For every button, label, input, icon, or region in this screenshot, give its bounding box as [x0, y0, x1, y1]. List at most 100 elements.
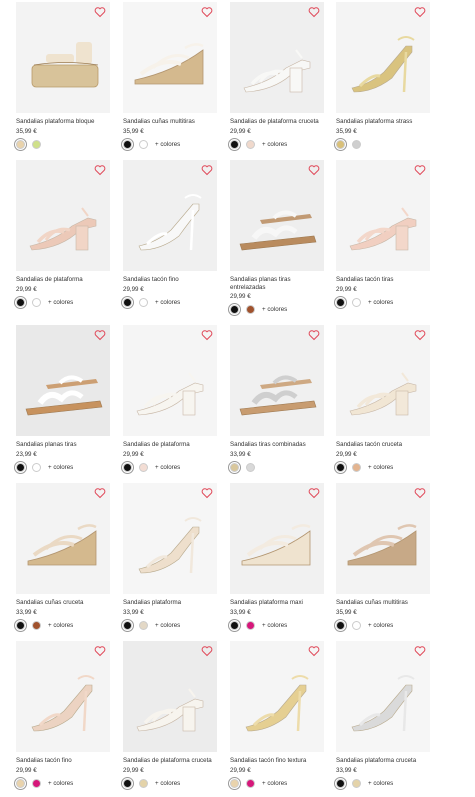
more-colors-link[interactable]: + colores [155, 299, 180, 306]
color-swatch[interactable] [228, 137, 241, 151]
color-swatch[interactable] [32, 297, 41, 307]
more-colors-link[interactable]: + colores [368, 622, 393, 629]
heart-icon[interactable] [201, 645, 213, 657]
color-swatch[interactable] [246, 620, 255, 630]
more-colors-link[interactable]: + colores [48, 299, 73, 306]
more-colors-link[interactable]: + colores [155, 622, 180, 629]
heart-icon[interactable] [414, 6, 426, 18]
color-swatch[interactable] [352, 139, 361, 149]
product-name[interactable]: Sandalias tacón tiras [336, 276, 430, 284]
color-swatch[interactable] [246, 305, 255, 314]
color-swatch[interactable] [32, 778, 41, 788]
heart-icon[interactable] [94, 6, 106, 18]
product-card[interactable]: Sandalias planas tiras entrelazadas 29,99… [228, 160, 324, 316]
product-name[interactable]: Sandalias de plataforma cruceta [123, 757, 217, 765]
color-swatch[interactable] [334, 295, 347, 309]
product-card[interactable]: Sandalias plataforma maxi 33,99 € + colore… [228, 483, 324, 632]
heart-icon[interactable] [414, 164, 426, 176]
heart-icon[interactable] [414, 487, 426, 499]
heart-icon[interactable] [201, 329, 213, 341]
product-name[interactable]: Sandalias de plataforma [123, 441, 217, 449]
product-name[interactable]: Sandalias cuñas multitiras [336, 599, 430, 607]
color-swatch[interactable] [121, 460, 134, 474]
more-colors-link[interactable]: + colores [262, 141, 287, 148]
product-image[interactable] [123, 2, 217, 113]
color-swatch[interactable] [139, 462, 148, 472]
product-image[interactable] [336, 160, 430, 271]
product-name[interactable]: Sandalias plataforma [123, 599, 217, 607]
color-swatch[interactable] [352, 620, 361, 630]
heart-icon[interactable] [94, 645, 106, 657]
heart-icon[interactable] [414, 329, 426, 341]
product-image[interactable] [336, 641, 430, 752]
more-colors-link[interactable]: + colores [262, 306, 287, 313]
more-colors-link[interactable]: + colores [155, 141, 180, 148]
product-card[interactable]: Sandalias cuñas cruceta 33,99 € + colores [14, 483, 110, 632]
color-swatch[interactable] [246, 778, 255, 788]
color-swatch[interactable] [121, 137, 134, 151]
color-swatch[interactable] [139, 139, 148, 149]
color-swatch[interactable] [139, 620, 148, 630]
heart-icon[interactable] [201, 487, 213, 499]
product-image[interactable] [123, 641, 217, 752]
color-swatch[interactable] [121, 776, 134, 790]
more-colors-link[interactable]: + colores [368, 464, 393, 471]
product-card[interactable]: Sandalias tacón fino 29,99 € + colores [14, 641, 110, 790]
more-colors-link[interactable]: + colores [368, 780, 393, 787]
color-swatch[interactable] [334, 460, 347, 474]
product-card[interactable]: Sandalias de plataforma cruceta 29,99 € + … [228, 2, 324, 151]
color-swatch[interactable] [352, 297, 361, 307]
more-colors-link[interactable]: + colores [368, 299, 393, 306]
product-card[interactable]: Sandalias de plataforma cruceta 29,99 € + … [121, 641, 217, 790]
more-colors-link[interactable]: + colores [155, 780, 180, 787]
product-name[interactable]: Sandalias tacón cruceta [336, 441, 430, 449]
product-card[interactable]: Sandalias plataforma cruceta 33,99 € + col… [334, 641, 430, 790]
product-card[interactable]: Sandalias tacón tiras 29,99 € + colores [334, 160, 430, 309]
product-card[interactable]: Sandalias de plataforma 29,99 € + colores [14, 160, 110, 309]
color-swatch[interactable] [14, 295, 27, 309]
product-name[interactable]: Sandalias plataforma strass [336, 118, 430, 126]
heart-icon[interactable] [94, 329, 106, 341]
heart-icon[interactable] [94, 487, 106, 499]
product-name[interactable]: Sandalias cuñas cruceta [16, 599, 110, 607]
more-colors-link[interactable]: + colores [262, 622, 287, 629]
more-colors-link[interactable]: + colores [155, 464, 180, 471]
product-image[interactable] [336, 2, 430, 113]
product-image[interactable] [123, 483, 217, 594]
product-name[interactable]: Sandalias de plataforma cruceta [230, 118, 324, 126]
product-name[interactable]: Sandalias de plataforma [16, 276, 110, 284]
color-swatch[interactable] [14, 776, 27, 790]
more-colors-link[interactable]: + colores [48, 464, 73, 471]
color-swatch[interactable] [14, 460, 27, 474]
heart-icon[interactable] [201, 164, 213, 176]
product-image[interactable] [123, 325, 217, 436]
product-name[interactable]: Sandalias tacón fino [16, 757, 110, 765]
color-swatch[interactable] [334, 618, 347, 632]
color-swatch[interactable] [228, 460, 241, 474]
product-card[interactable]: Sandalias cuñas multitiras 35,99 € + color… [121, 2, 217, 151]
product-name[interactable]: Sandalias planas tiras entrelazadas [230, 276, 324, 291]
color-swatch[interactable] [32, 139, 41, 149]
product-image[interactable] [230, 160, 324, 271]
color-swatch[interactable] [32, 462, 41, 472]
product-image[interactable] [123, 160, 217, 271]
product-name[interactable]: Sandalias plataforma maxi [230, 599, 324, 607]
heart-icon[interactable] [308, 487, 320, 499]
color-swatch[interactable] [139, 297, 148, 307]
product-image[interactable] [230, 325, 324, 436]
color-swatch[interactable] [14, 137, 27, 151]
product-card[interactable]: Sandalias plataforma bloque 35,99 € [14, 2, 110, 151]
color-swatch[interactable] [246, 139, 255, 149]
product-card[interactable]: Sandalias planas tiras 23,99 € + colores [14, 325, 110, 474]
more-colors-link[interactable]: + colores [48, 780, 73, 787]
product-image[interactable] [336, 325, 430, 436]
color-swatch[interactable] [121, 295, 134, 309]
color-swatch[interactable] [139, 778, 148, 788]
product-image[interactable] [230, 641, 324, 752]
product-card[interactable]: Sandalias de plataforma 29,99 € + colores [121, 325, 217, 474]
product-name[interactable]: Sandalias tiras combinadas [230, 441, 324, 449]
color-swatch[interactable] [246, 462, 255, 472]
product-image[interactable] [336, 483, 430, 594]
color-swatch[interactable] [14, 618, 27, 632]
color-swatch[interactable] [228, 303, 241, 316]
